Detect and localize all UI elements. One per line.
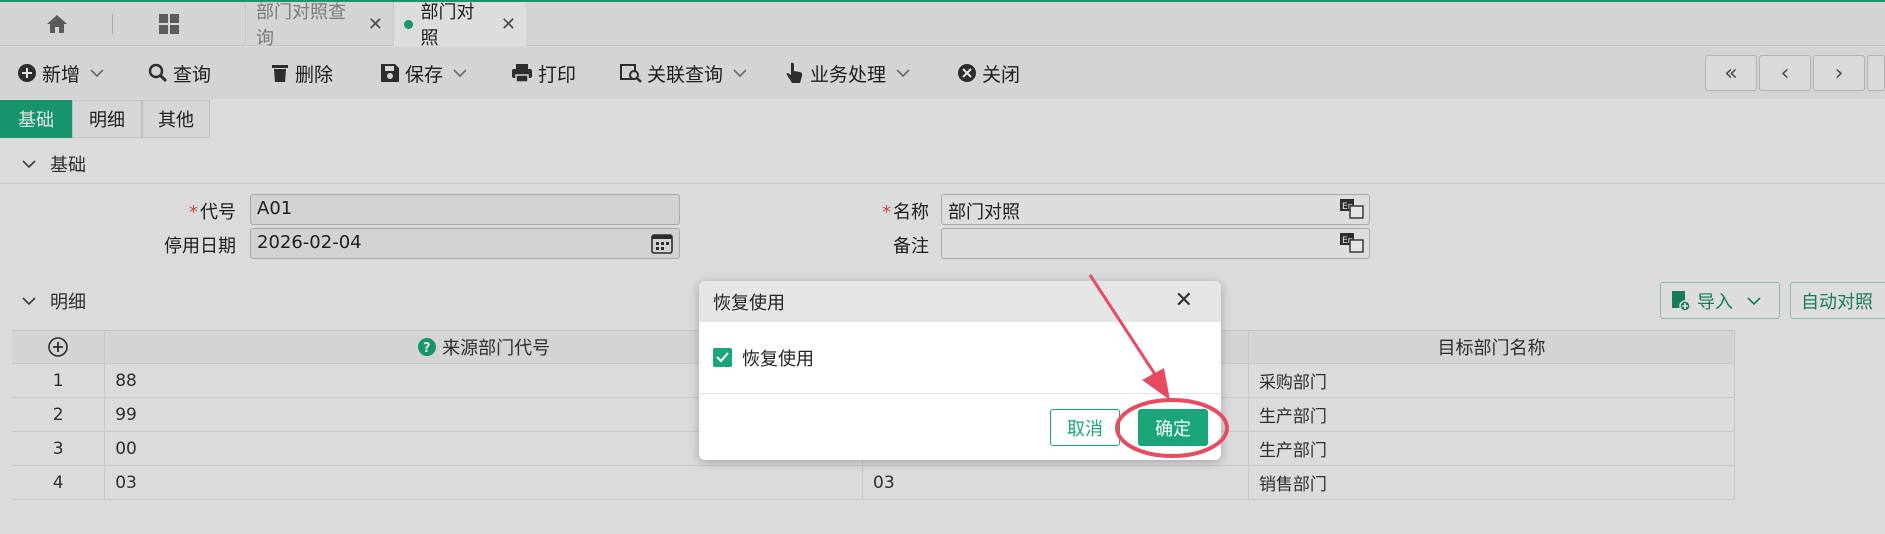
cancel-button[interactable]: 取消 [1050,409,1120,446]
dialog-body: 恢复使用 [699,322,1221,394]
confirm-button[interactable]: 确定 [1138,409,1208,446]
restore-dialog: 恢复使用 ✕ 恢复使用 取消 确定 [699,281,1221,460]
checkbox-label[interactable]: 恢复使用 [742,345,814,371]
close-icon[interactable]: ✕ [1175,290,1193,312]
dialog-footer: 取消 确定 [699,394,1221,460]
restore-checkbox[interactable] [713,348,732,367]
dialog-header: 恢复使用 ✕ [699,281,1221,322]
dialog-title: 恢复使用 [713,292,785,314]
